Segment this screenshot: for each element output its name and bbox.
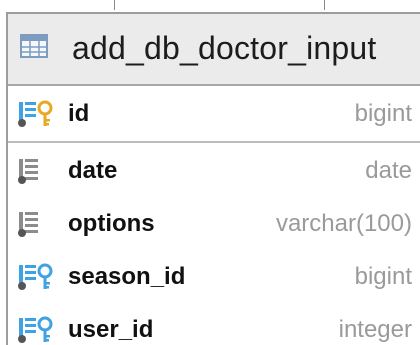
column-row-date[interactable]: date date xyxy=(8,143,420,196)
column-row-id[interactable]: id bigint xyxy=(8,86,420,143)
column-row-season-id[interactable]: season_id bigint xyxy=(8,249,420,302)
column-type: integer xyxy=(338,316,412,343)
table-header[interactable]: add_db_doctor_input xyxy=(8,14,420,86)
column-name: user_id xyxy=(68,316,154,343)
column-icon xyxy=(18,212,38,237)
table-icon xyxy=(20,34,48,58)
column-name: id xyxy=(68,100,90,127)
foreign-key-column-icon xyxy=(18,316,53,343)
column-type: bigint xyxy=(354,100,412,127)
column-icon xyxy=(18,159,38,184)
column-row-user-id[interactable]: user_id integer xyxy=(8,302,420,345)
column-type: varchar(100) xyxy=(275,210,412,237)
column-name: season_id xyxy=(68,263,186,290)
column-type: date xyxy=(365,157,412,184)
primary-key-column-icon xyxy=(18,100,53,127)
column-name: date xyxy=(68,157,118,184)
column-type: bigint xyxy=(354,263,412,290)
grid-tick xyxy=(114,0,115,10)
diagram-canvas: add_db_doctor_input id bigint date date … xyxy=(0,0,420,345)
grid-tick xyxy=(324,0,325,10)
table-node[interactable]: add_db_doctor_input id bigint date date … xyxy=(6,12,420,345)
diagram-grid-edge xyxy=(0,0,420,12)
column-name: options xyxy=(68,210,155,237)
table-name: add_db_doctor_input xyxy=(72,30,377,66)
column-row-options[interactable]: options varchar(100) xyxy=(8,196,420,249)
foreign-key-column-icon xyxy=(18,263,53,290)
